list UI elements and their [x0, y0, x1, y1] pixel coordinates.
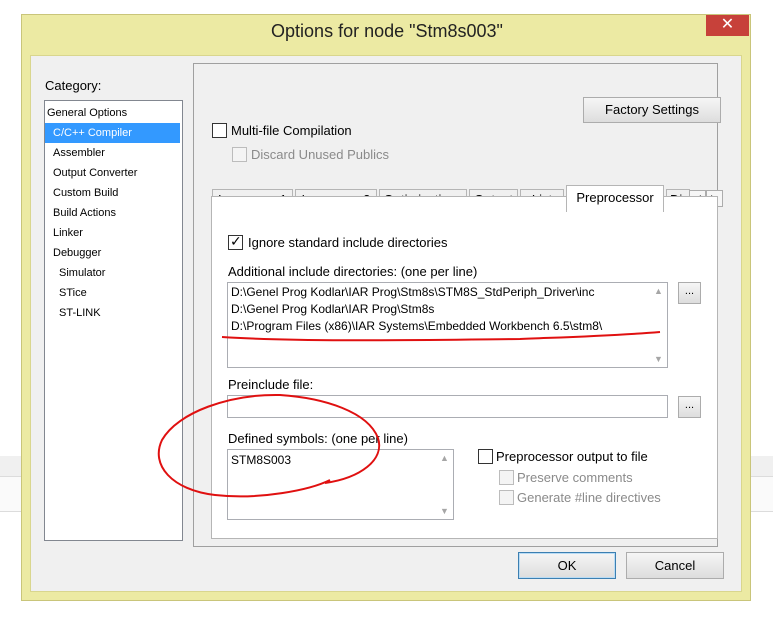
category-list[interactable]: General Options C/C++ Compiler Assembler… — [44, 100, 183, 541]
include-dirs-browse-button[interactable]: ... — [678, 282, 701, 304]
include-dirs-label: Additional include directories: (one per… — [228, 264, 478, 279]
preserve-comments-label: Preserve comments — [517, 470, 633, 485]
down-arrow-icon[interactable]: ▼ — [440, 506, 449, 516]
preinclude-label: Preinclude file: — [228, 377, 314, 392]
defined-symbols-label: Defined symbols: (one per line) — [228, 431, 408, 446]
include-dirs-scrollbar[interactable]: ▲ ▼ — [650, 283, 667, 367]
category-item-c-compiler[interactable]: C/C++ Compiler — [45, 123, 180, 143]
preinclude-input[interactable] — [227, 395, 668, 418]
category-item-build-actions[interactable]: Build Actions — [45, 203, 180, 223]
include-dir-line: D:\Program Files (x86)\IAR Systems\Embed… — [231, 319, 603, 333]
generate-line-directives-label: Generate #line directives — [517, 490, 661, 505]
preprocessor-output-checkbox[interactable] — [478, 449, 493, 464]
category-item-custom-build[interactable]: Custom Build — [45, 183, 180, 203]
tab-preprocessor[interactable]: Preprocessor — [566, 185, 664, 212]
category-item-stice[interactable]: STice — [45, 283, 180, 303]
category-item-linker[interactable]: Linker — [45, 223, 180, 243]
category-item-assembler[interactable]: Assembler — [45, 143, 180, 163]
defined-symbol-line: STM8S003 — [231, 453, 292, 467]
preinclude-browse-button[interactable]: ... — [678, 396, 701, 418]
include-dir-line: D:\Genel Prog Kodlar\IAR Prog\Stm8s — [231, 302, 435, 316]
multifile-compilation-label: Multi-file Compilation — [231, 123, 352, 138]
generate-line-directives-checkbox[interactable] — [499, 490, 514, 505]
multifile-compilation-checkbox[interactable] — [212, 123, 227, 138]
options-dialog: Options for node "Stm8s003" ✕ Category: … — [21, 14, 751, 601]
defined-symbols-scrollbar[interactable]: ▲ ▼ — [436, 450, 453, 519]
category-label: Category: — [45, 78, 102, 93]
ok-button[interactable]: OK — [518, 552, 616, 579]
defined-symbols-textarea[interactable]: STM8S003 ▲ ▼ — [227, 449, 454, 520]
include-dirs-textarea[interactable]: D:\Genel Prog Kodlar\IAR Prog\Stm8s\STM8… — [227, 282, 668, 368]
dialog-title: Options for node "Stm8s003" — [271, 21, 503, 41]
discard-unused-publics-label: Discard Unused Publics — [251, 147, 390, 162]
category-item-simulator[interactable]: Simulator — [45, 263, 180, 283]
ignore-std-include-checkbox[interactable]: ✓ — [228, 233, 243, 250]
factory-settings-button[interactable]: Factory Settings — [583, 97, 721, 123]
close-icon: ✕ — [720, 16, 735, 33]
preserve-comments-checkbox[interactable] — [499, 470, 514, 485]
ignore-std-include-label: Ignore standard include directories — [248, 235, 448, 250]
include-dir-line: D:\Genel Prog Kodlar\IAR Prog\Stm8s\STM8… — [231, 285, 595, 299]
up-arrow-icon[interactable]: ▲ — [440, 453, 449, 463]
discard-unused-publics-checkbox[interactable] — [232, 147, 247, 162]
close-button[interactable]: ✕ — [706, 15, 749, 36]
cancel-button[interactable]: Cancel — [626, 552, 724, 579]
category-item-general-options[interactable]: General Options — [45, 103, 180, 123]
preprocessor-output-label: Preprocessor output to file — [496, 449, 648, 464]
up-arrow-icon[interactable]: ▲ — [654, 286, 663, 296]
checkmark-icon: ✓ — [230, 233, 242, 249]
down-arrow-icon[interactable]: ▼ — [654, 354, 663, 364]
category-item-debugger[interactable]: Debugger — [45, 243, 180, 263]
category-item-st-link[interactable]: ST-LINK — [45, 303, 180, 323]
category-item-output-converter[interactable]: Output Converter — [45, 163, 180, 183]
